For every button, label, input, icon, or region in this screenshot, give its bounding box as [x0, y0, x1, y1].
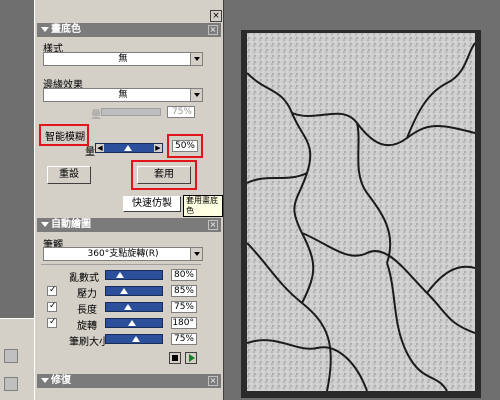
param-label: 筆刷大小: [69, 337, 109, 348]
param-label: 壓力: [77, 289, 97, 300]
apply-button[interactable]: 套用: [137, 166, 191, 184]
grain-slider-disabled: [101, 108, 161, 116]
slider-thumb[interactable]: [120, 288, 128, 294]
chevron-down-icon[interactable]: [190, 53, 202, 65]
cracked-texture-image: [247, 33, 475, 391]
blur-value[interactable]: 50%: [172, 140, 198, 152]
close-icon[interactable]: ×: [208, 25, 218, 35]
tool-strip: [0, 318, 34, 400]
param-value[interactable]: 75%: [171, 333, 197, 345]
param-checkbox[interactable]: [47, 285, 57, 296]
close-icon[interactable]: ×: [208, 376, 218, 386]
painting-panel: 畫底色 × 樣式 無 邊緣效果 無 量 75% 智能模糊 量 ◀ ▶ 50% 重…: [34, 0, 224, 400]
quick-clone-button[interactable]: 快速仿製: [123, 196, 181, 212]
collapse-icon[interactable]: [41, 222, 49, 227]
chevron-down-icon[interactable]: [190, 89, 202, 101]
chevron-left-icon[interactable]: ◀: [96, 144, 104, 152]
slider-thumb[interactable]: [124, 304, 132, 310]
grain-value: 75%: [167, 106, 195, 118]
slider-thumb[interactable]: [116, 272, 124, 278]
param-label: 長度: [77, 305, 97, 316]
close-icon[interactable]: ×: [208, 220, 218, 230]
stop-icon[interactable]: [169, 352, 181, 364]
style-select[interactable]: 無: [43, 52, 203, 66]
collapse-icon[interactable]: [41, 27, 49, 32]
param-value[interactable]: 80%: [171, 269, 197, 281]
brush-tool-icon[interactable]: [4, 349, 18, 363]
smart-blur-label: 智能模糊: [45, 132, 85, 143]
param-slider[interactable]: [105, 302, 163, 312]
slider-thumb[interactable]: [124, 145, 132, 151]
param-slider[interactable]: [105, 270, 163, 280]
param-label: 亂數式: [69, 273, 99, 284]
edge-effect-select[interactable]: 無: [43, 88, 203, 102]
section-title-restore[interactable]: 修復 ×: [37, 374, 221, 388]
param-checkbox[interactable]: [47, 301, 57, 312]
param-checkbox[interactable]: [47, 317, 57, 328]
play-icon[interactable]: [185, 352, 197, 364]
param-slider[interactable]: [105, 334, 163, 344]
blur-slider[interactable]: ◀ ▶: [95, 143, 163, 153]
param-value[interactable]: 180°: [171, 317, 197, 329]
image-canvas[interactable]: [247, 33, 475, 391]
param-slider[interactable]: [105, 318, 163, 328]
collapse-icon[interactable]: [41, 378, 49, 383]
apply-tooltip: 套用畫底色: [183, 195, 223, 217]
section-title-auto-painting[interactable]: 自動繪圖 ×: [37, 218, 221, 232]
chevron-right-icon[interactable]: ▶: [154, 144, 162, 152]
section-title-underpainting[interactable]: 畫底色 ×: [37, 23, 221, 37]
close-icon[interactable]: ×: [210, 10, 222, 22]
slider-thumb[interactable]: [132, 336, 140, 342]
param-value[interactable]: 85%: [171, 285, 197, 297]
blur-amount-label: 量: [85, 147, 95, 158]
reset-button[interactable]: 重設: [47, 166, 91, 184]
pen-tool-icon[interactable]: [4, 377, 18, 391]
param-label: 旋轉: [77, 321, 97, 332]
chevron-down-icon[interactable]: [190, 248, 202, 260]
param-slider[interactable]: [105, 286, 163, 296]
param-value[interactable]: 75%: [171, 301, 197, 313]
stroke-select[interactable]: 360°支點旋轉(R): [43, 247, 203, 261]
grain-label: 量: [91, 110, 101, 121]
slider-thumb[interactable]: [128, 320, 136, 326]
divider: [41, 264, 201, 265]
